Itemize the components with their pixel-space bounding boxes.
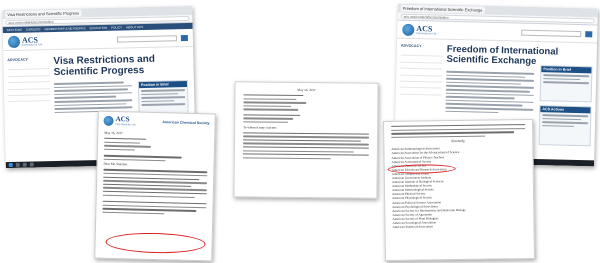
page-title: Visa Restrictions and Scientific Progres… (53, 53, 156, 79)
letter-body: May 16, 2017 To whom it may concern: (235, 82, 378, 167)
site-header: ACS Chemistry for Life (397, 20, 598, 44)
letter-body: Sincerely, American Anthropological Asso… (384, 120, 534, 233)
sidebar-title: ADVOCACY (7, 57, 28, 63)
advocacy-sidebar: ADVOCACY (7, 57, 51, 103)
nav-item[interactable]: SECTIONS (7, 28, 22, 32)
start-menu-icon[interactable] (8, 162, 13, 168)
signers-heading: Sincerely, (451, 139, 466, 144)
logo-text: ACS (416, 23, 433, 33)
acs-logo: ACS Chemistry for Life (103, 115, 136, 127)
search-input[interactable] (521, 29, 582, 37)
nav-item[interactable]: EDUCATION (90, 26, 108, 30)
letter-body: May 16, 2017 Dear Mr. Steinlen: (96, 128, 214, 221)
logo-tagline: Chemistry for Life (115, 123, 136, 127)
acs-logo-icon (7, 35, 21, 48)
letter-date: May 16, 2017 (104, 130, 123, 136)
sidebar-title: ADVOCACY (400, 43, 422, 49)
search-button[interactable] (180, 34, 188, 41)
acs-logo-icon (402, 23, 415, 36)
advocacy-sidebar: ADVOCACY (399, 43, 443, 96)
letter-salutation: Dear Mr. Steinlen: (103, 162, 129, 167)
app-icon[interactable] (29, 162, 34, 167)
signer-item: American Statistical Association (392, 224, 433, 230)
acs-logo[interactable]: ACS Chemistry for Life (7, 35, 43, 48)
logo-tagline: Chemistry for Life (21, 42, 43, 47)
position-in-brief-panel: Position in Brief (539, 65, 593, 103)
page-title: Freedom of International Scientific Exch… (446, 43, 559, 67)
letter-salutation: To whom it may concern: (243, 124, 277, 130)
app-icon[interactable] (22, 162, 27, 167)
acs-logo-icon (103, 115, 114, 126)
search-input[interactable] (116, 34, 177, 43)
app-icon[interactable] (15, 162, 20, 167)
highlight-circle (105, 231, 206, 255)
search-button[interactable] (585, 30, 593, 37)
screenshot-acs-letter: ACS Chemistry for Life American Chemical… (94, 110, 216, 262)
society-name: American Chemical Society (162, 120, 210, 126)
nav-item[interactable]: ABOUT ACS (126, 25, 143, 29)
screenshot-omb-letter: May 16, 2017 To whom it may concern: (233, 81, 379, 199)
acs-actions-panel: ACS Actions (538, 105, 592, 147)
nav-item[interactable]: CAREERS (26, 27, 41, 31)
nav-item[interactable]: POLICY (111, 25, 122, 29)
acs-logo[interactable]: ACS Chemistry for Life (402, 23, 437, 36)
logo-tagline: Chemistry for Life (416, 31, 437, 36)
letter-date: May 16, 2017 (297, 87, 316, 93)
article-body (445, 70, 535, 116)
signers-list: American Anthropological Association Amer… (391, 145, 526, 229)
sidebar-item[interactable] (399, 88, 442, 96)
screenshot-signers-list: Sincerely, American Anthropological Asso… (383, 118, 535, 262)
site-header: ACS Chemistry for Life (2, 28, 194, 52)
sidebar-item[interactable] (8, 95, 51, 103)
